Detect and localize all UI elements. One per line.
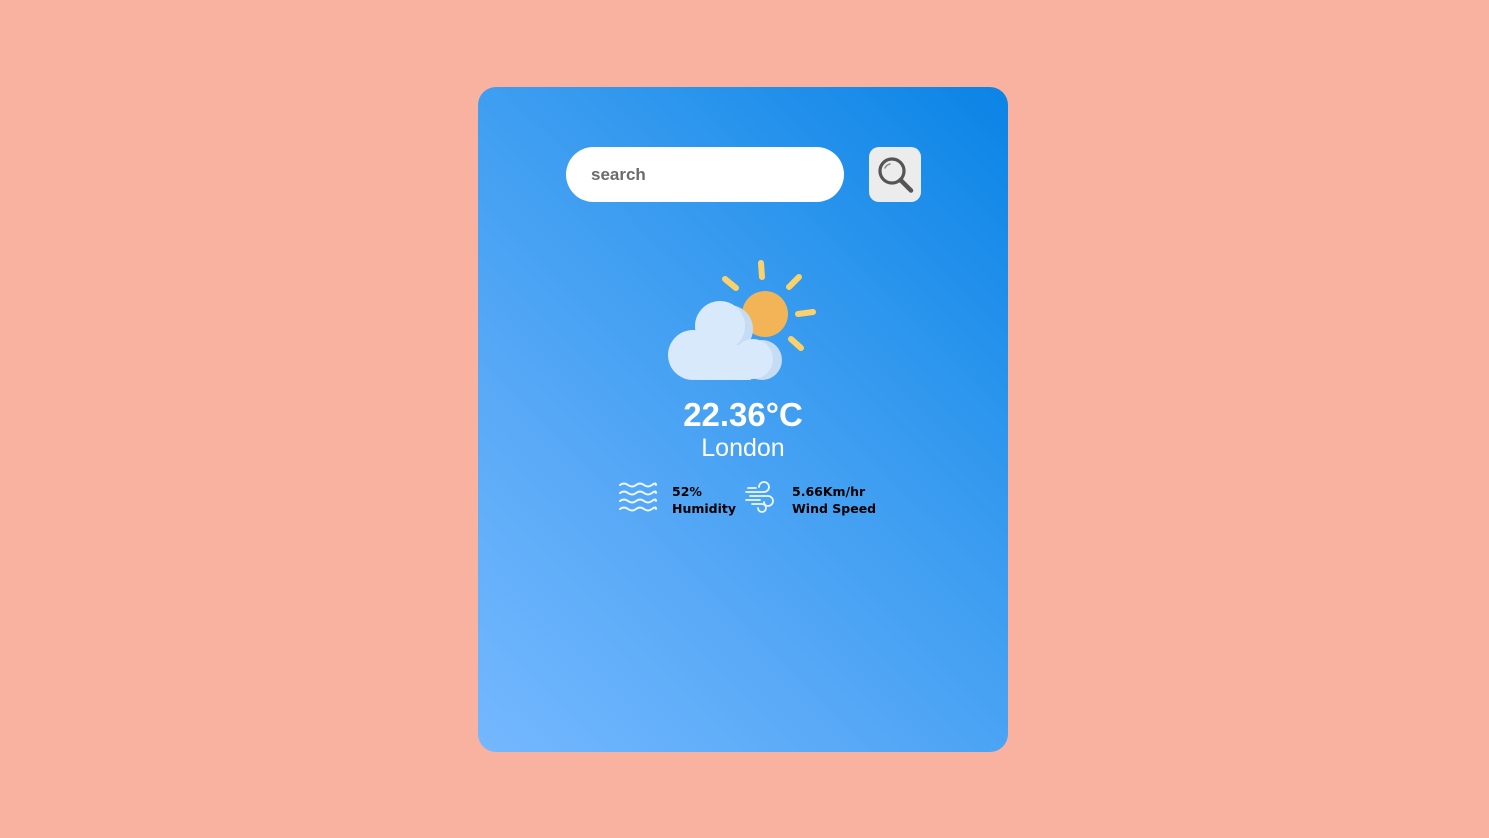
wind-label: Wind Speed: [792, 501, 877, 516]
humidity-label: Humidity: [672, 501, 737, 516]
search-button[interactable]: [869, 147, 921, 202]
search-input[interactable]: [566, 147, 844, 202]
city-name: London: [701, 434, 785, 462]
wind-icon: [745, 481, 774, 513]
search-icon: [878, 156, 914, 193]
search-bar: [566, 147, 926, 203]
partly-cloudy-icon: [668, 260, 816, 380]
wind-value: 5.66Km/hr: [792, 484, 866, 499]
temperature: 22.36°C: [683, 396, 803, 433]
humidity-icon: [619, 482, 657, 512]
humidity-value: 52%: [672, 484, 702, 499]
weather-card: 22.36°C London 52% Humidity: [478, 87, 1008, 752]
